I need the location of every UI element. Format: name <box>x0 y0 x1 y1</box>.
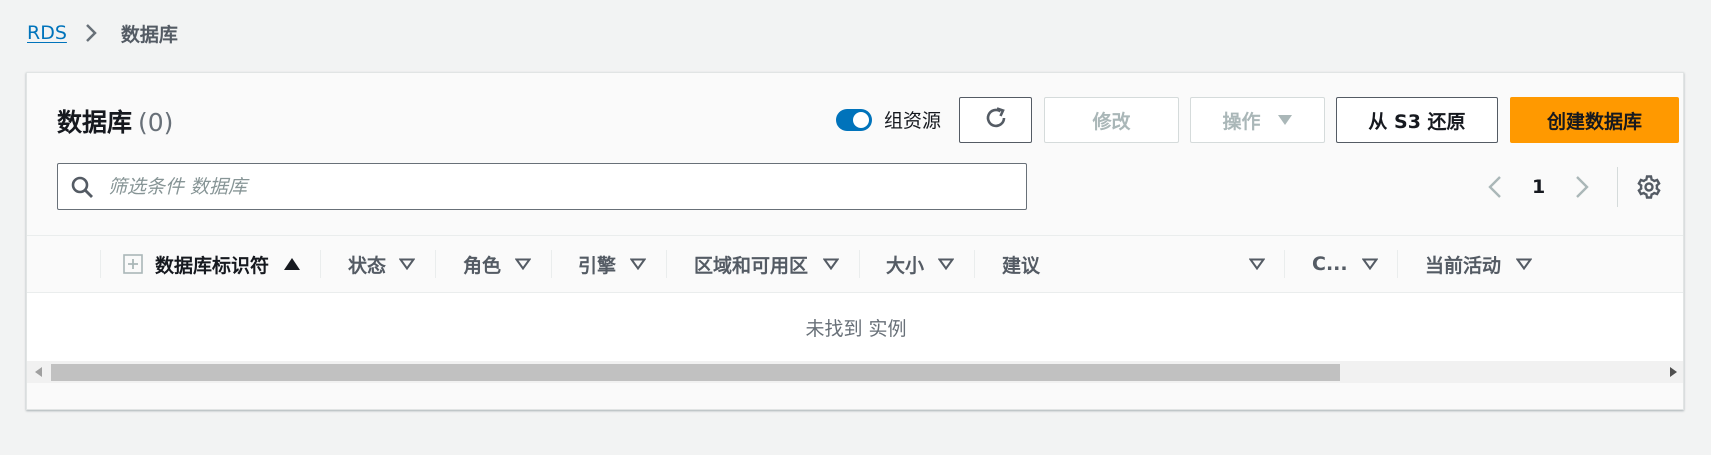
create-button-label: 创建数据库 <box>1546 110 1642 133</box>
column-header-cpu[interactable]: C... <box>1312 236 1348 292</box>
column-header-current-activity[interactable]: 当前活动 <box>1425 236 1501 292</box>
caret-down-icon <box>1277 114 1293 126</box>
column-header-status[interactable]: 状态 <box>348 236 386 292</box>
search-icon <box>70 174 96 200</box>
panel-title: 数据库 (0) <box>57 103 173 139</box>
sort-descending-icon[interactable] <box>515 236 531 292</box>
create-database-button[interactable]: 创建数据库 <box>1510 97 1679 143</box>
sort-descending-icon[interactable] <box>1362 236 1378 292</box>
restore-from-s3-button[interactable]: 从 S3 还原 <box>1336 97 1498 143</box>
refresh-button[interactable] <box>959 97 1032 143</box>
empty-state-message: 未找到 实例 <box>805 317 907 340</box>
column-label: 当前活动 <box>1425 254 1502 277</box>
chevron-left-icon[interactable] <box>1482 174 1508 200</box>
sort-descending-icon[interactable] <box>399 236 415 292</box>
sort-descending-icon[interactable] <box>630 236 646 292</box>
chevron-right-icon[interactable] <box>1569 174 1595 200</box>
horizontal-scrollbar[interactable] <box>27 361 1683 383</box>
column-label: 大小 <box>886 254 925 277</box>
gear-icon[interactable] <box>1636 174 1662 200</box>
column-header-recommendations[interactable]: 建议 <box>1002 236 1040 292</box>
column-separator <box>551 250 552 278</box>
scroll-right-arrow-icon[interactable] <box>1667 366 1679 378</box>
column-label: 区域和可用区 <box>694 254 809 277</box>
refresh-icon <box>983 105 1009 136</box>
column-separator <box>1284 250 1285 278</box>
column-separator <box>666 250 667 278</box>
sort-descending-icon[interactable] <box>1249 236 1265 292</box>
page-number[interactable]: 1 <box>1532 176 1545 198</box>
column-label: 数据库标识符 <box>155 254 270 277</box>
column-label: C... <box>1312 253 1348 275</box>
column-header-engine[interactable]: 引擎 <box>578 236 616 292</box>
filter-search[interactable] <box>57 163 1027 210</box>
column-separator <box>320 250 321 278</box>
scroll-left-arrow-icon[interactable] <box>33 366 45 378</box>
column-label: 引擎 <box>578 254 617 277</box>
breadcrumb: RDS 数据库 <box>27 18 178 48</box>
sort-descending-icon[interactable] <box>823 236 839 292</box>
scrollbar-thumb[interactable] <box>51 364 1340 381</box>
column-header-size[interactable]: 大小 <box>886 236 924 292</box>
column-header-role[interactable]: 角色 <box>463 236 501 292</box>
column-separator <box>435 250 436 278</box>
panel-count: (0) <box>138 108 174 137</box>
actions-button-label: 操作 <box>1222 110 1261 133</box>
column-header-identifier[interactable]: 数据库标识符 <box>155 236 269 292</box>
column-separator <box>1397 250 1398 278</box>
toggle-knob <box>853 111 869 128</box>
actions-dropdown-button[interactable]: 操作 <box>1190 97 1325 143</box>
column-separator <box>100 250 101 278</box>
breadcrumb-current: 数据库 <box>120 23 178 46</box>
column-label: 建议 <box>1002 254 1041 277</box>
sort-descending-icon[interactable] <box>938 236 954 292</box>
expand-icon[interactable] <box>123 254 143 274</box>
pager-divider <box>1617 166 1619 207</box>
column-header-region-az[interactable]: 区域和可用区 <box>694 236 808 292</box>
modify-button-label: 修改 <box>1092 110 1131 133</box>
pagination: 1 <box>1482 163 1662 210</box>
group-resources-toggle[interactable]: 组资源 <box>836 106 941 133</box>
group-resources-label: 组资源 <box>884 110 942 132</box>
column-label: 角色 <box>463 254 502 277</box>
sort-descending-icon[interactable] <box>1516 236 1532 292</box>
breadcrumb-rds-link[interactable]: RDS <box>27 22 67 44</box>
column-label: 状态 <box>348 254 387 277</box>
table-header: 数据库标识符 状态 角色 引擎 区域和可用区 大小 建议 C... 当前活动 <box>27 235 1683 293</box>
chevron-right-icon <box>85 22 101 44</box>
filter-input[interactable] <box>106 174 990 199</box>
databases-panel: 数据库 (0) 组资源 修改 操作 从 S3 还原 创建数据库 筛选条件 数据库… <box>26 72 1684 410</box>
panel-title-text: 数据库 <box>57 108 133 137</box>
column-separator <box>859 250 860 278</box>
sort-ascending-icon[interactable] <box>283 236 301 292</box>
restore-button-label: 从 S3 还原 <box>1368 110 1466 133</box>
table-body: 未找到 实例 <box>27 293 1683 361</box>
modify-button[interactable]: 修改 <box>1044 97 1179 143</box>
column-separator <box>974 250 975 278</box>
toggle-switch[interactable] <box>836 108 872 131</box>
